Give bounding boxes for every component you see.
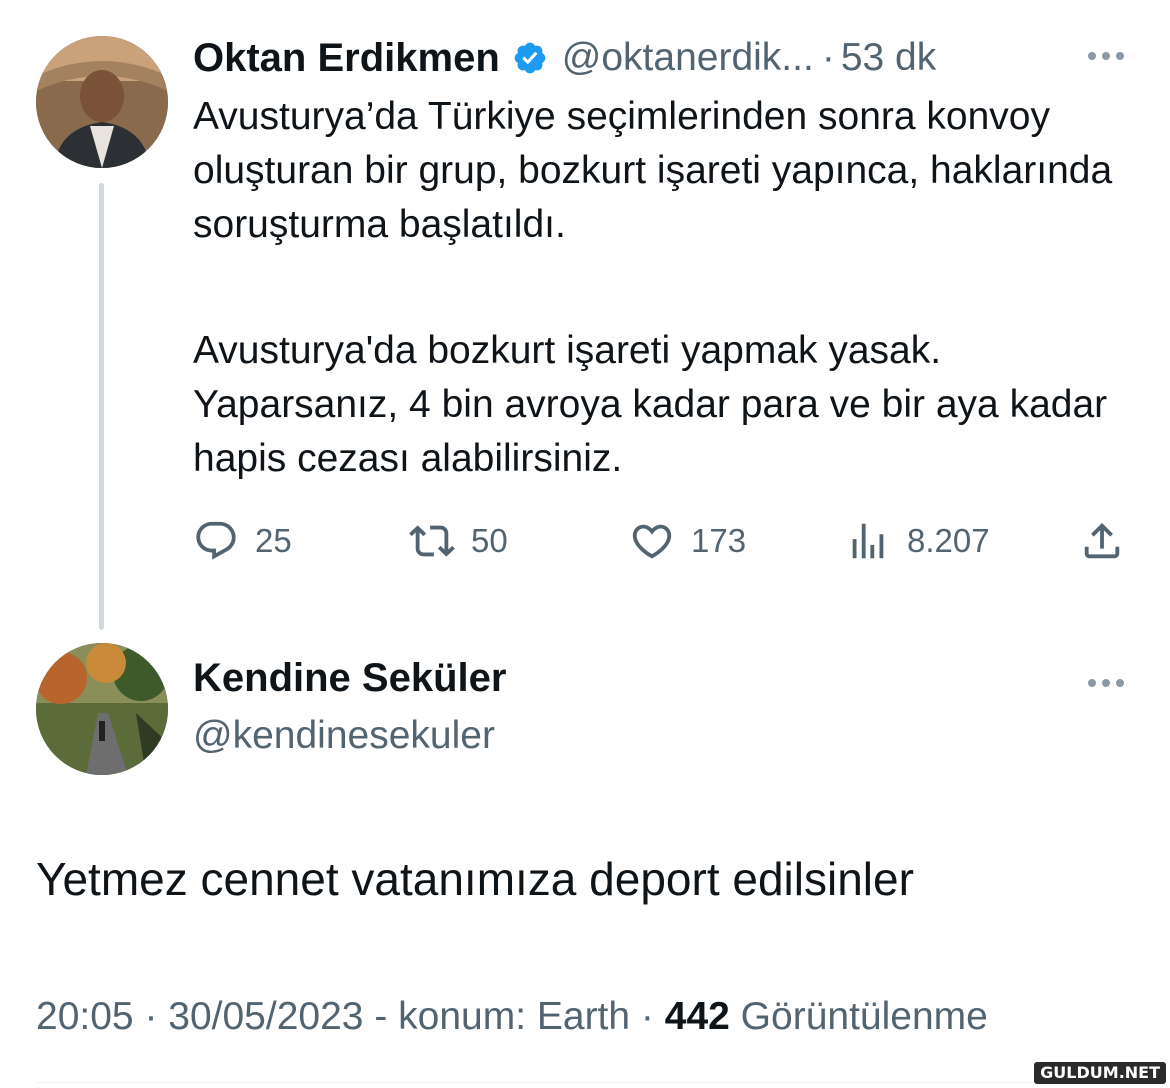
tweet2-meta: 20:05 · 30/05/2023 - konum: Earth · 442 … (36, 995, 988, 1039)
tweet2-view-label: Görüntülenme (729, 995, 988, 1038)
tweet2-date[interactable]: 30/05/2023 (168, 995, 363, 1038)
tweet2-view-count: 442 (664, 995, 730, 1038)
retweet-count: 50 (471, 522, 508, 559)
meta-separator: · (133, 995, 169, 1038)
meta-separator: · (630, 995, 665, 1038)
retweet-icon (409, 525, 455, 557)
tweet2-text: Yetmez cennet vatanımıza deport edilsinl… (36, 853, 914, 905)
avatar-kendine-sekuler[interactable] (36, 643, 168, 775)
tweet2-author-name[interactable]: Kendine Seküler (193, 656, 506, 701)
views-icon (852, 523, 884, 559)
share-icon (1084, 522, 1120, 559)
tweet2-location: - konum: Earth (363, 995, 631, 1038)
views-count: 8.207 (907, 522, 990, 559)
tweet1-header: Oktan Erdikmen @oktanerdik... · 53 dk (193, 30, 936, 86)
more-options-icon[interactable] (1088, 52, 1124, 60)
tweet2-handle[interactable]: @kendinesekuler (193, 714, 495, 758)
like-count: 173 (691, 522, 747, 559)
reply-count: 25 (255, 522, 292, 559)
tweet1-handle[interactable]: @oktanerdik... (562, 36, 814, 80)
avatar-photo (36, 36, 168, 168)
tweet1-text-paragraph2: Avusturya'da bozkurt işareti yapmak yasa… (193, 329, 1108, 480)
reply-button[interactable]: 25 (193, 514, 292, 568)
reply-icon (196, 521, 236, 560)
thread-connector (99, 183, 104, 630)
more-options-icon[interactable] (1088, 679, 1124, 687)
tweet1-timestamp[interactable]: 53 dk (841, 36, 936, 80)
like-button[interactable]: 173 (629, 514, 746, 568)
avatar-photo (36, 643, 168, 775)
tweet2-time[interactable]: 20:05 (36, 995, 134, 1038)
tweet1-text-paragraph1: Avusturya’da Türkiye seçimlerinden sonra… (193, 95, 1113, 246)
header-separator: · (821, 36, 835, 79)
watermark: GULDUM.NET (1034, 1062, 1166, 1084)
like-icon (632, 524, 672, 559)
tweet1-author-name[interactable]: Oktan Erdikmen (193, 36, 500, 81)
views-button[interactable]: 8.207 (845, 514, 990, 568)
avatar-oktan-erdikmen[interactable] (36, 36, 168, 168)
tweet1-action-bar: 25 50 173 8.207 (193, 514, 1133, 568)
verified-badge-icon (512, 40, 548, 76)
retweet-button[interactable]: 50 (409, 514, 508, 568)
divider (36, 1082, 1134, 1083)
share-button[interactable] (1079, 514, 1125, 568)
